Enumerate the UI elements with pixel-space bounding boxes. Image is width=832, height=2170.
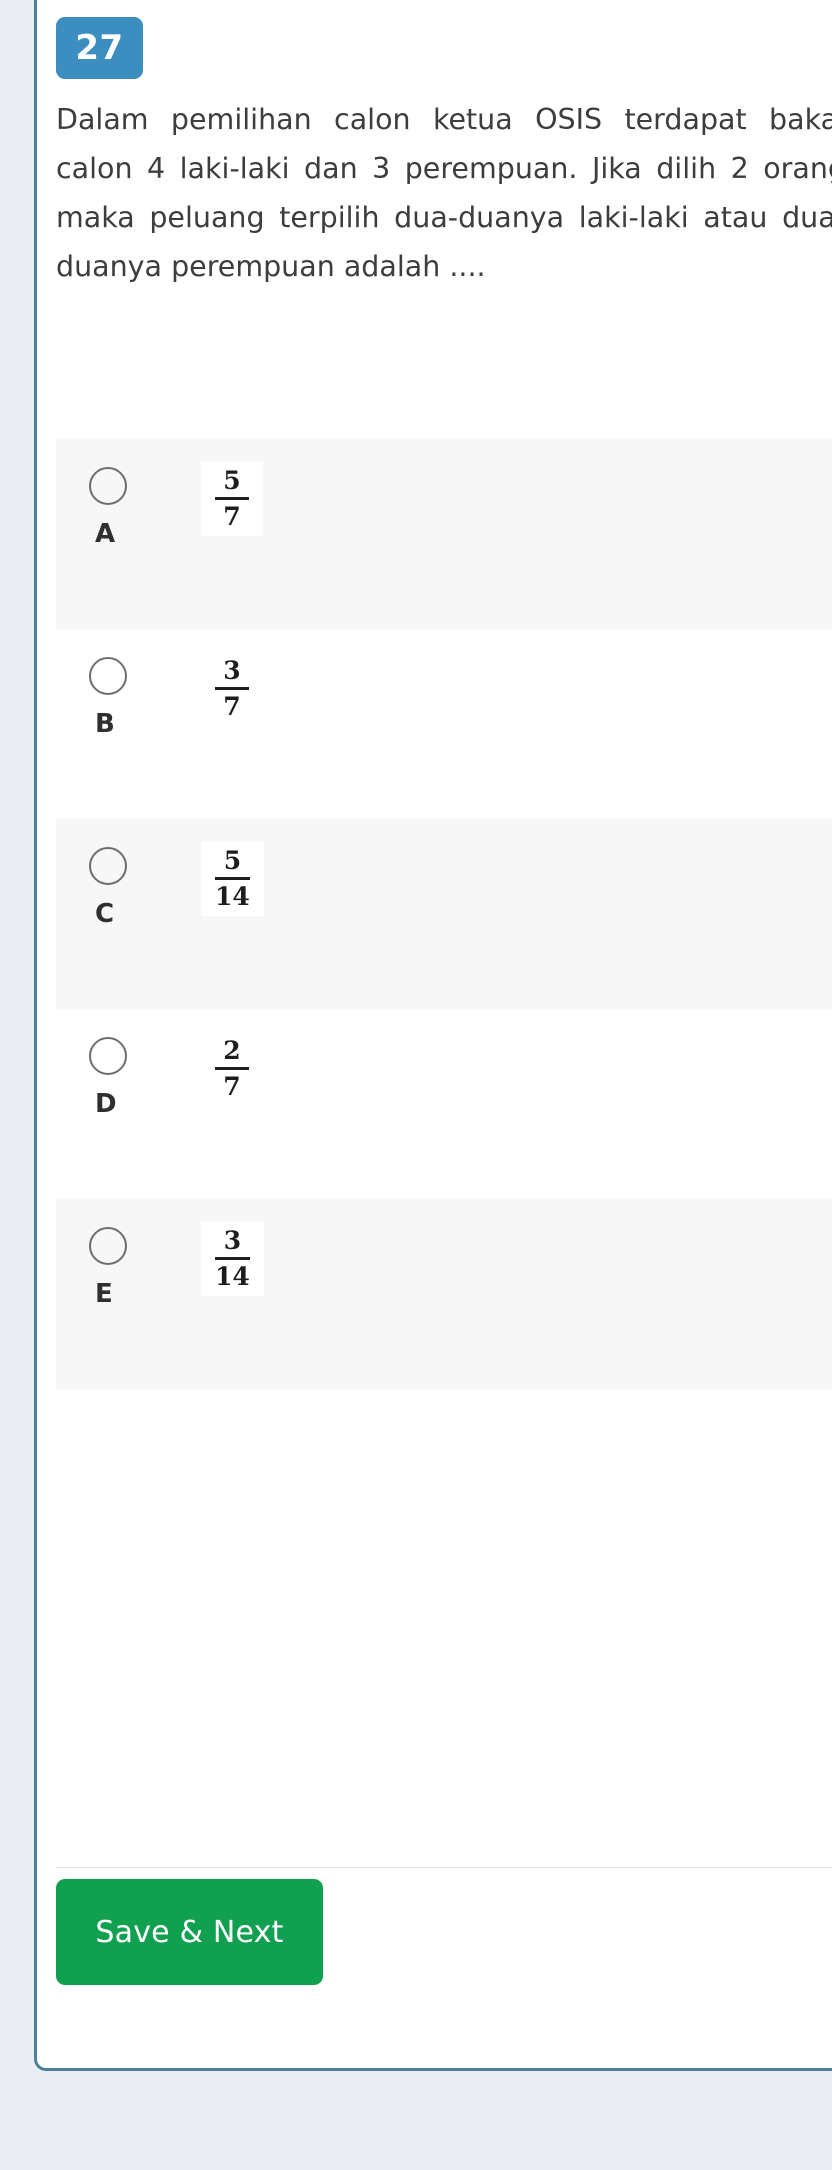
fraction-numerator: 5 — [223, 466, 241, 495]
option-fraction: 5 14 — [201, 841, 264, 916]
radio-button-icon[interactable] — [89, 467, 127, 505]
option-fraction: 3 14 — [201, 1221, 264, 1296]
answer-option-e[interactable]: E 3 14 — [56, 1199, 832, 1389]
fraction-bar — [215, 1067, 249, 1070]
fraction-denominator: 14 — [215, 1262, 250, 1291]
option-fraction: 27 — [201, 1031, 263, 1106]
option-fraction: 57 — [201, 461, 263, 536]
option-letter: A — [95, 519, 116, 549]
radio-button-icon[interactable] — [89, 1037, 127, 1075]
fraction-bar — [215, 687, 249, 690]
question-number-badge: 27 — [56, 17, 143, 79]
radio-button-icon[interactable] — [89, 1227, 127, 1265]
fraction-denominator: 14 — [215, 882, 250, 911]
fraction-numerator: 2 — [223, 1036, 241, 1065]
fraction-denominator: 7 — [223, 502, 241, 531]
fraction-denominator: 7 — [223, 1072, 241, 1101]
fraction-numerator: 3 — [223, 656, 241, 685]
question-text: Dalam pemilihan calon ketua OSIS terdapa… — [56, 103, 832, 283]
option-fraction: 37 — [201, 651, 263, 726]
radio-button-icon[interactable] — [89, 657, 127, 695]
question-card-inner: 27 Dalam pemilihan calon ketua OSIS terd… — [37, 0, 832, 2068]
answer-option-d[interactable]: D27 — [56, 1009, 832, 1199]
option-letter: E — [95, 1279, 113, 1309]
answer-option-a[interactable]: A57 — [56, 439, 832, 629]
fraction-numerator: 5 — [223, 846, 242, 875]
radio-button-icon[interactable] — [89, 847, 127, 885]
quiz-page: 27 Dalam pemilihan calon ketua OSIS terd… — [0, 0, 832, 2170]
question-card: 27 Dalam pemilihan calon ketua OSIS terd… — [34, 0, 832, 2071]
answer-option-b[interactable]: B37 — [56, 629, 832, 819]
fraction-denominator: 7 — [223, 692, 241, 721]
answer-option-c[interactable]: C 5 14 — [56, 819, 832, 1009]
option-letter: B — [95, 709, 115, 739]
fraction-numerator: 3 — [223, 1226, 242, 1255]
fraction-bar — [215, 877, 250, 880]
save-and-next-button[interactable]: Save & Next — [56, 1879, 323, 1985]
option-letter: C — [95, 899, 115, 929]
answer-options-list: A 5 7 B 3 7 C 5 14 D 2 7 E 3 14 — [56, 439, 832, 1389]
footer-divider — [56, 1867, 832, 1868]
fraction-bar — [215, 497, 249, 500]
fraction-bar — [215, 1257, 250, 1260]
option-letter: D — [95, 1089, 117, 1119]
